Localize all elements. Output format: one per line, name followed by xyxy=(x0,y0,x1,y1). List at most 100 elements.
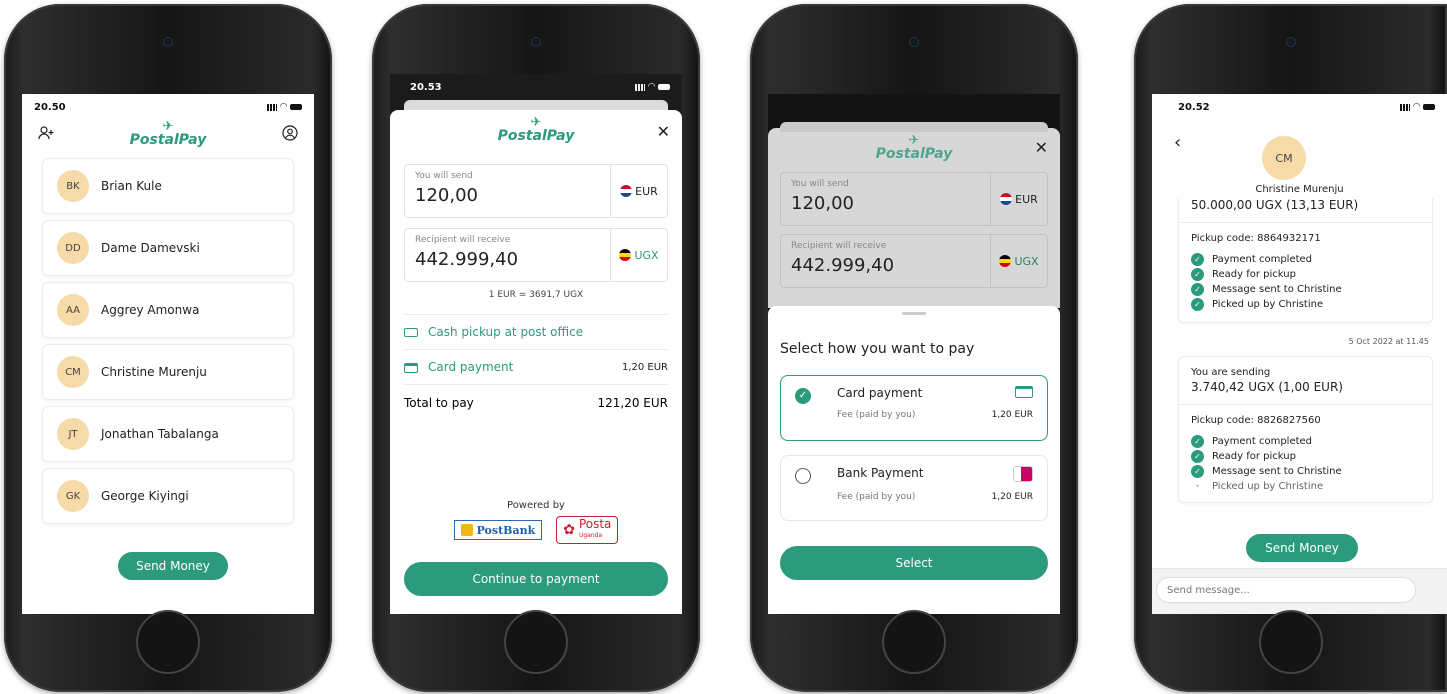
add-contact-icon[interactable] xyxy=(36,126,56,144)
profile-icon[interactable] xyxy=(280,125,300,145)
send-amount-field[interactable]: You will send 120,00 EUR xyxy=(404,164,668,218)
message-timestamp: 5 Oct 2022 at 11.45 xyxy=(1348,337,1429,346)
check-icon: ✓ xyxy=(1191,268,1204,281)
contact-name: George Kiyingi xyxy=(101,489,189,503)
contact-row[interactable]: AA Aggrey Amonwa xyxy=(42,282,294,338)
contact-name: Christine Murenju xyxy=(1255,184,1344,195)
status-icons: ◠ xyxy=(635,82,670,92)
speaker xyxy=(164,38,172,46)
status-steps: ✓ Payment completed ✓ Ready for pickup ✓ Mess… xyxy=(1179,252,1432,322)
total-label: Total to pay xyxy=(404,396,474,410)
status-step-label: Ready for pickup xyxy=(1212,451,1296,462)
stage: 20.50 ◠ ✈ PostalPay BK Brian Kule DD Dame Da… xyxy=(0,0,1447,694)
continue-button[interactable]: Continue to payment xyxy=(404,562,668,596)
status-step-label: Picked up by Christine xyxy=(1212,299,1324,310)
receive-amount-field: Recipient will receive 442.999,40 UGX xyxy=(780,234,1048,288)
avatar: JT xyxy=(57,418,89,450)
cash-pickup-row[interactable]: Cash pickup at post office xyxy=(404,315,668,349)
receive-label: Recipient will receive xyxy=(415,235,511,245)
card-payment-row[interactable]: Card payment 1,20 EUR xyxy=(404,350,668,384)
option-name: Card payment xyxy=(837,386,923,400)
status-time: 20.50 xyxy=(34,101,66,113)
receive-value[interactable]: 442.999,40 xyxy=(415,249,600,270)
close-icon: ✕ xyxy=(1034,138,1048,157)
avatar: GK xyxy=(57,480,89,512)
bank-payment-option[interactable]: Bank Payment Fee (paid by you) 1,20 EUR xyxy=(780,455,1048,521)
radio-unchecked-icon[interactable] xyxy=(795,468,811,484)
home-button[interactable] xyxy=(882,610,946,674)
contact-name: Brian Kule xyxy=(101,179,162,193)
pending-dot-icon: • xyxy=(1195,482,1200,491)
send-money-button[interactable]: Send Money xyxy=(1246,534,1358,562)
message-input[interactable] xyxy=(1156,577,1416,603)
close-icon[interactable]: ✕ xyxy=(657,122,670,141)
status-icons: ◠ xyxy=(1400,102,1435,112)
composer-bar xyxy=(1152,568,1447,614)
signal-icon xyxy=(1400,103,1411,111)
bird-icon: ✈ xyxy=(530,115,542,130)
status-icons: ◠ xyxy=(267,102,302,112)
netherlands-flag-icon xyxy=(1000,193,1013,205)
status-step-label: Message sent to Christine xyxy=(1212,284,1342,295)
postalpay-logo: ✈ PostalPay xyxy=(129,119,207,148)
contact-row[interactable]: CM Christine Murenju xyxy=(42,344,294,400)
send-value[interactable]: 120,00 xyxy=(415,185,600,206)
bird-icon: ✈ xyxy=(162,119,174,134)
drag-handle[interactable] xyxy=(902,312,926,315)
message-amount: 50.000,00 UGX (13,13 EUR) xyxy=(1191,198,1359,212)
contact-row[interactable]: JT Jonathan Tabalanga xyxy=(42,406,294,462)
status-step-label: Payment completed xyxy=(1212,436,1313,447)
status-time: 20.52 xyxy=(1178,101,1210,113)
total-row: Total to pay 121,20 EUR xyxy=(404,385,668,421)
radio-checked-icon[interactable]: ✓ xyxy=(795,388,811,404)
screen-contacts: 20.50 ◠ ✈ PostalPay BK Brian Kule DD Dame Da… xyxy=(22,94,314,614)
status-step: • Picked up by Christine xyxy=(1191,479,1420,494)
wifi-icon: ◠ xyxy=(648,82,655,92)
contact-row[interactable]: DD Dame Damevski xyxy=(42,220,294,276)
contact-row[interactable]: BK Brian Kule xyxy=(42,158,294,214)
contact-row[interactable]: GK George Kiyingi xyxy=(42,468,294,524)
status-step: ✓ Payment completed xyxy=(1191,252,1420,267)
status-step: ✓ Payment completed xyxy=(1191,434,1420,449)
check-icon: ✓ xyxy=(1191,283,1204,296)
home-button[interactable] xyxy=(136,610,200,674)
select-button[interactable]: Select xyxy=(780,546,1048,580)
behind-sheet: ✈ PostalPay ✕ You will send 120,00 EUR Rec… xyxy=(768,122,1060,308)
sheet-title: Select how you want to pay xyxy=(780,341,975,357)
status-step: ✓ Picked up by Christine xyxy=(1191,297,1420,312)
contact-name: Dame Damevski xyxy=(101,241,200,255)
total-value: 121,20 EUR xyxy=(597,396,668,410)
card-fee: 1,20 EUR xyxy=(621,361,668,373)
avatar: AA xyxy=(57,294,89,326)
message-card: You are sending 3.740,42 UGX (1,00 EUR) … xyxy=(1178,356,1433,503)
postalpay-logo: ✈ PostalPay xyxy=(390,115,682,144)
powered-by: Powered by xyxy=(507,500,565,511)
send-money-button[interactable]: Send Money xyxy=(118,552,228,580)
status-step: ✓ Ready for pickup xyxy=(1191,449,1420,464)
home-button[interactable] xyxy=(504,610,568,674)
check-icon: ✓ xyxy=(1191,450,1204,463)
postalpay-logo: ✈ PostalPay xyxy=(768,133,1060,162)
home-button[interactable] xyxy=(1258,610,1323,674)
screen-select-payment: ✈ PostalPay ✕ You will send 120,00 EUR Rec… xyxy=(768,94,1060,614)
netherlands-flag-icon xyxy=(620,185,633,197)
receive-amount-field[interactable]: Recipient will receive 442.999,40 UGX xyxy=(404,228,668,282)
payment-sheet: Select how you want to pay ✓ Card paymen… xyxy=(768,306,1060,614)
speaker xyxy=(910,38,918,46)
send-label: You will send xyxy=(791,179,849,189)
pickup-code: Pickup code: 8826827560 xyxy=(1191,415,1321,426)
message-card: 50.000,00 UGX (13,13 EUR) Pickup code: 8… xyxy=(1178,198,1433,323)
message-amount: 3.740,42 UGX (1,00 EUR) xyxy=(1191,380,1343,394)
phone-3: ✈ PostalPay ✕ You will send 120,00 EUR Rec… xyxy=(750,4,1078,692)
back-chevron-icon[interactable]: ‹ xyxy=(1174,132,1181,153)
cash-icon xyxy=(404,328,418,337)
status-step-label: Picked up by Christine xyxy=(1212,481,1324,492)
receive-currency[interactable]: UGX xyxy=(611,229,667,281)
bird-icon: ✈ xyxy=(908,133,920,148)
receive-currency: UGX xyxy=(991,235,1047,287)
card-payment-option[interactable]: ✓ Card payment Fee (paid by you) 1,20 EUR xyxy=(780,375,1048,441)
send-amount-field: You will send 120,00 EUR xyxy=(780,172,1048,226)
status-step-label: Payment completed xyxy=(1212,254,1313,265)
send-currency[interactable]: EUR xyxy=(611,165,667,217)
receive-label: Recipient will receive xyxy=(791,241,887,251)
